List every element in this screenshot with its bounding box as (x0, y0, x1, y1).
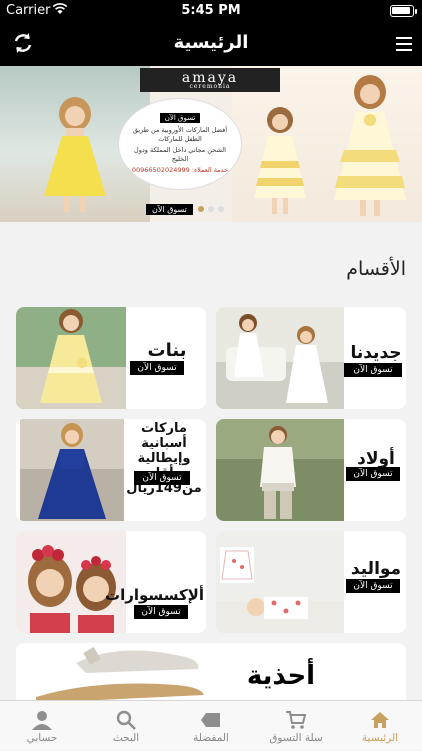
tab-account[interactable]: حسابي (0, 701, 84, 751)
brand-subtitle: ceremonia (189, 83, 231, 90)
category-name: مواليد (350, 559, 402, 579)
shop-now-button[interactable]: تسوق الآن (344, 363, 402, 377)
banner-shop-now-button[interactable]: تسوق الآن (159, 113, 201, 123)
shoes-photo (36, 646, 204, 703)
category-card-boys[interactable]: أولاد تسوق الآن (216, 419, 406, 521)
tab-cart[interactable]: سلة التسوق (254, 701, 338, 751)
girls-photo (16, 307, 126, 409)
tab-label: البحث (112, 732, 140, 744)
brand-logo: amaya ceremonia (140, 68, 280, 92)
hamburger-menu-icon[interactable] (396, 37, 412, 51)
battery-icon (390, 5, 414, 17)
boys-photo (216, 419, 344, 521)
shop-now-button[interactable]: تسوق الآن (130, 361, 184, 375)
carousel-dot[interactable] (208, 206, 214, 212)
category-name: بنات (147, 340, 187, 361)
promo-phone: خدمة العملاء: 00966502024999 (131, 166, 229, 174)
page-title: الرئيسية (173, 32, 249, 53)
category-card-brands[interactable]: ماركات أسبانية وإيطالية بأقل من149ريال ت… (16, 419, 206, 521)
tab-home[interactable]: الرئيسية (338, 701, 422, 751)
navbar: الرئيسية (0, 22, 422, 66)
category-name: أولاد (357, 449, 395, 469)
new-collection-photo (216, 307, 344, 409)
newborn-photo (216, 531, 344, 633)
sections-heading: الأقسام (346, 258, 406, 280)
promo-bubble: تسوق الآن أفضل الماركات الأوروبية من طري… (118, 98, 242, 190)
clock: 5:45 PM (181, 3, 241, 18)
category-card-girls[interactable]: بنات تسوق الآن (16, 307, 206, 409)
category-card-newborn[interactable]: مواليد تسوق الآن (216, 531, 406, 633)
promo-line-1: أفضل الماركات الأوروبية من طريق الطفل لل… (132, 126, 228, 143)
search-icon (115, 709, 137, 731)
category-card-shoes[interactable]: أحذية (16, 643, 406, 703)
promo-line-2: الشحن مجاني داخل المملكة ودول الخليج (134, 146, 226, 163)
tab-label: حسابي (26, 732, 58, 744)
girl-yellow-dress-image (44, 97, 106, 212)
shop-now-button[interactable]: تسوق الآن (134, 605, 188, 619)
home-icon (369, 709, 391, 731)
category-name: ألإكسسوارات (105, 586, 204, 604)
brands-line-2: أسبانية وإيطالية (137, 436, 191, 466)
cart-icon (285, 709, 307, 731)
tab-label: سلة التسوق (269, 732, 323, 744)
tab-label: المفضلة (193, 732, 229, 744)
status-bar: Carrier 5:45 PM (0, 0, 422, 22)
category-card-new[interactable]: جديدنا تسوق الآن (216, 307, 406, 409)
brands-line-1: ماركات (141, 421, 187, 436)
user-icon (31, 709, 53, 731)
shop-now-button[interactable]: تسوق الآن (346, 579, 400, 593)
shop-now-button[interactable]: تسوق الآن (346, 467, 400, 481)
category-name: جديدنا (350, 343, 402, 363)
banner-shop-now-bottom[interactable]: تسوق الآن (146, 204, 193, 215)
girl-striped-dress-image (254, 107, 306, 214)
tab-search[interactable]: البحث (84, 701, 168, 751)
tab-label: الرئيسية (361, 732, 399, 744)
category-name: أحذية (246, 661, 316, 691)
category-card-accessories[interactable]: ألإكسسوارات تسوق الآن (16, 531, 206, 633)
promo-banner[interactable]: amaya ceremonia تسوق الآن أفضل الماركات … (0, 66, 422, 222)
accessories-photo (16, 531, 126, 633)
girl-yellow-gown-image (334, 75, 406, 216)
carousel-dot[interactable] (218, 206, 224, 212)
tag-icon (200, 709, 222, 731)
battery-nub (415, 9, 417, 14)
carousel-dot-active[interactable] (198, 206, 204, 212)
tab-bar: الرئيسية سلة التسوق المفضلة البحث حسابي (0, 700, 422, 750)
tab-favorites[interactable]: المفضلة (169, 701, 253, 751)
brands-photo (20, 419, 124, 521)
shop-now-button[interactable]: تسوق الآن (134, 471, 190, 485)
